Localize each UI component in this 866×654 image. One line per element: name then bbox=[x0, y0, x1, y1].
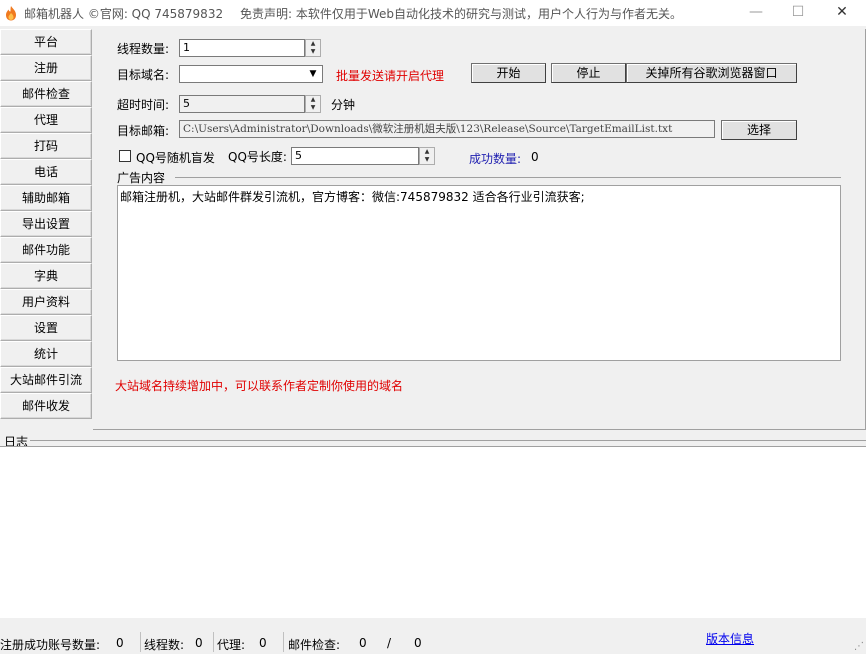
sidebar-item-phone[interactable]: 电话 bbox=[0, 159, 92, 185]
mail-check-value: 0 bbox=[359, 636, 367, 650]
start-button[interactable]: 开始 bbox=[471, 63, 546, 83]
close-chrome-button[interactable]: 关掉所有谷歌浏览器窗口 bbox=[626, 63, 797, 83]
sidebar-item-mail-check[interactable]: 邮件检查 bbox=[0, 81, 92, 107]
spin-down-icon[interactable]: ▼ bbox=[420, 156, 434, 164]
qq-length-spinner[interactable]: ▲ ▼ bbox=[419, 147, 435, 165]
target-domain-select[interactable] bbox=[179, 65, 323, 83]
spin-up-icon[interactable]: ▲ bbox=[420, 148, 434, 156]
status-bar: 注册成功账号数量: 0 线程数: 0 代理: 0 邮件检查: 0 / 0 版本信… bbox=[0, 630, 866, 654]
main-panel: 线程数量: 1 ▲ ▼ 目标域名: ▼ 批量发送请开启代理 开始 停止 关掉所有… bbox=[93, 29, 866, 430]
proxy-hint: 批量发送请开启代理 bbox=[336, 69, 445, 83]
timeout-spinner[interactable]: ▲ ▼ bbox=[305, 95, 321, 113]
mail-check-separator: / bbox=[387, 636, 392, 650]
sidebar-item-dictionary[interactable]: 字典 bbox=[0, 263, 92, 289]
spin-up-icon[interactable]: ▲ bbox=[306, 96, 320, 104]
sidebar-item-mail-send-receive[interactable]: 邮件收发 bbox=[0, 393, 92, 419]
sidebar-item-export-settings[interactable]: 导出设置 bbox=[0, 211, 92, 237]
sidebar-item-captcha[interactable]: 打码 bbox=[0, 133, 92, 159]
timeout-input[interactable]: 5 bbox=[179, 95, 305, 113]
resize-grip-icon[interactable]: ⋰ bbox=[854, 642, 864, 652]
qq-random-label: QQ号随机盲发 bbox=[136, 151, 215, 165]
sidebar: 平台 注册 邮件检查 代理 打码 电话 辅助邮箱 导出设置 邮件功能 字典 用户… bbox=[0, 29, 92, 419]
qq-random-checkbox[interactable] bbox=[119, 150, 131, 162]
status-separator bbox=[140, 632, 141, 652]
sidebar-item-statistics[interactable]: 统计 bbox=[0, 341, 92, 367]
spin-up-icon[interactable]: ▲ bbox=[306, 40, 320, 48]
ad-content-label: 广告内容 bbox=[117, 171, 166, 185]
reg-success-label: 注册成功账号数量: bbox=[0, 638, 101, 652]
select-file-button[interactable]: 选择 bbox=[721, 120, 797, 140]
mail-check-total: 0 bbox=[414, 636, 422, 650]
qq-length-label: QQ号长度: bbox=[228, 150, 287, 164]
target-email-label: 目标邮箱: bbox=[117, 124, 170, 138]
sidebar-item-big-site-mail[interactable]: 大站邮件引流 bbox=[0, 367, 92, 393]
threads-value: 0 bbox=[195, 636, 203, 650]
minimize-button[interactable]: — bbox=[734, 0, 778, 26]
stop-button[interactable]: 停止 bbox=[551, 63, 626, 83]
status-separator bbox=[213, 632, 214, 652]
sidebar-item-aux-email[interactable]: 辅助邮箱 bbox=[0, 185, 92, 211]
timeout-unit: 分钟 bbox=[331, 98, 356, 112]
title-bar: 邮箱机器人 ©官网: QQ 745879832 免责声明: 本软件仅用于Web自… bbox=[0, 0, 866, 26]
log-textarea[interactable] bbox=[0, 446, 866, 618]
maximize-button[interactable]: ☐ bbox=[776, 0, 820, 26]
thread-count-label: 线程数量: bbox=[117, 42, 170, 56]
window-title: 邮箱机器人 ©官网: QQ 745879832 bbox=[24, 7, 224, 21]
ad-content-textarea[interactable]: 邮箱注册机，大站邮件群发引流机，官方博客：微信:745879832 适合各行业引… bbox=[117, 185, 841, 361]
proxy-status-value: 0 bbox=[259, 636, 267, 650]
log-divider bbox=[30, 440, 866, 441]
ad-content-divider bbox=[175, 177, 841, 178]
close-button[interactable]: ✕ bbox=[820, 0, 864, 26]
qq-length-input[interactable]: 5 bbox=[291, 147, 419, 165]
mail-check-label: 邮件检查: bbox=[288, 638, 341, 652]
disclaimer-text: 免责声明: 本软件仅用于Web自动化技术的研究与测试，用户个人行为与作者无关。 bbox=[240, 7, 683, 21]
reg-success-value: 0 bbox=[116, 636, 124, 650]
sidebar-item-register[interactable]: 注册 bbox=[0, 55, 92, 81]
status-separator bbox=[283, 632, 284, 652]
app-fire-icon bbox=[6, 6, 16, 21]
success-count-label: 成功数量: bbox=[469, 152, 522, 166]
sidebar-item-user-profile[interactable]: 用户资料 bbox=[0, 289, 92, 315]
thread-count-spinner[interactable]: ▲ ▼ bbox=[305, 39, 321, 57]
version-info-link[interactable]: 版本信息 bbox=[706, 630, 754, 647]
target-domain-label: 目标域名: bbox=[117, 68, 170, 82]
sidebar-item-proxy[interactable]: 代理 bbox=[0, 107, 92, 133]
success-count-value: 0 bbox=[531, 150, 539, 164]
domain-note: 大站域名持续增加中，可以联系作者定制你使用的域名 bbox=[115, 379, 404, 393]
spin-down-icon[interactable]: ▼ bbox=[306, 48, 320, 56]
spin-down-icon[interactable]: ▼ bbox=[306, 104, 320, 112]
chevron-down-icon[interactable]: ▼ bbox=[304, 66, 322, 82]
target-email-path[interactable]: C:\Users\Administrator\Downloads\微软注册机姐夫… bbox=[179, 120, 715, 138]
thread-count-input[interactable]: 1 bbox=[179, 39, 305, 57]
sidebar-item-mail-functions[interactable]: 邮件功能 bbox=[0, 237, 92, 263]
sidebar-item-settings[interactable]: 设置 bbox=[0, 315, 92, 341]
timeout-label: 超时时间: bbox=[117, 98, 170, 112]
sidebar-item-platform[interactable]: 平台 bbox=[0, 29, 92, 55]
proxy-status-label: 代理: bbox=[217, 638, 246, 652]
threads-label: 线程数: bbox=[144, 638, 185, 652]
